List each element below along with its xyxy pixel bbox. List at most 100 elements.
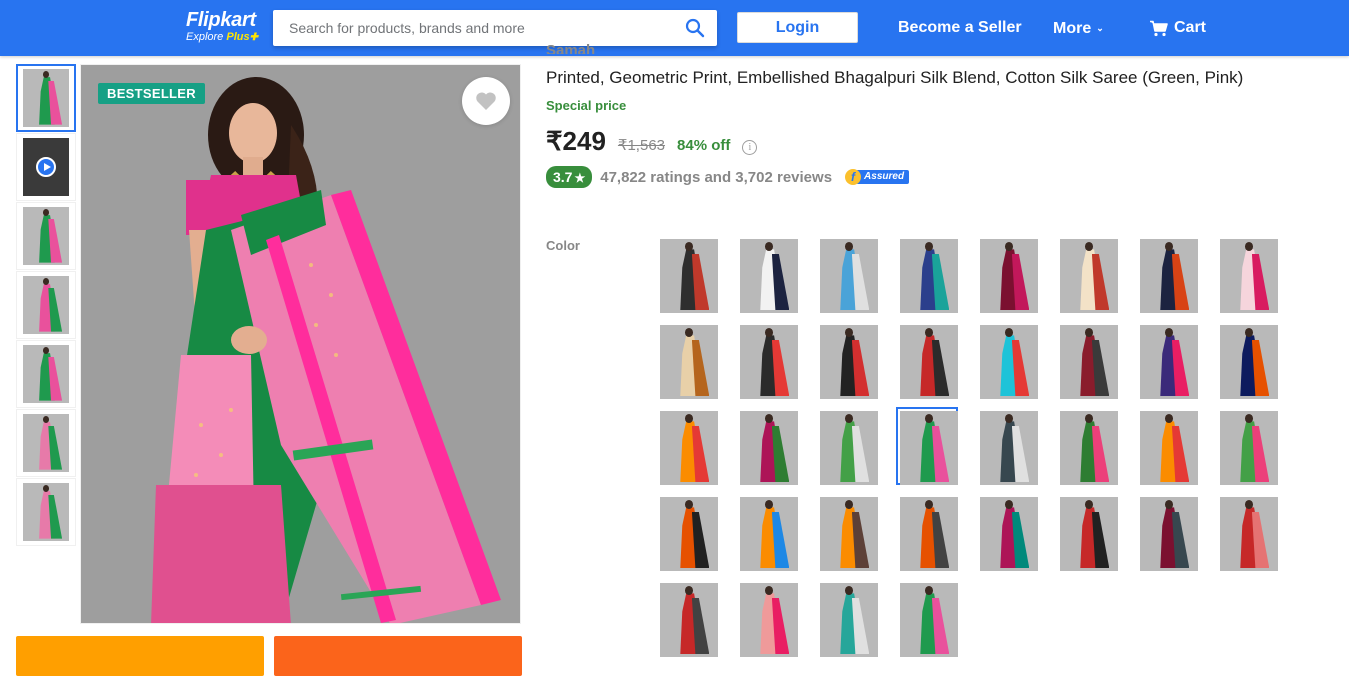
model-head (1084, 241, 1094, 251)
cart-link[interactable]: Cart (1150, 18, 1206, 38)
color-swatch[interactable] (816, 493, 878, 571)
model-head (1244, 413, 1254, 423)
flipkart-logo[interactable]: Flipkart Explore Plus✚ (186, 9, 259, 43)
saree-model-image (81, 65, 520, 623)
color-swatch[interactable] (736, 235, 798, 313)
thumb-1[interactable] (16, 64, 76, 132)
swatch-image (740, 325, 798, 399)
color-swatch[interactable] (1136, 321, 1198, 399)
swatch-image (660, 325, 718, 399)
color-swatch[interactable] (656, 493, 718, 571)
login-button[interactable]: Login (737, 12, 858, 43)
swatch-image (900, 497, 958, 571)
color-swatch[interactable] (1056, 321, 1118, 399)
color-swatch[interactable] (736, 493, 798, 571)
color-swatch[interactable] (816, 579, 878, 657)
color-swatch[interactable] (1136, 235, 1198, 313)
wishlist-button[interactable] (462, 77, 510, 125)
model-head (684, 241, 694, 251)
rating-value: 3.7 (553, 169, 573, 185)
color-swatch[interactable] (1216, 493, 1278, 571)
color-swatch[interactable] (896, 407, 958, 485)
swatch-image (1140, 497, 1198, 571)
color-swatch[interactable] (656, 321, 718, 399)
model-head (764, 413, 774, 423)
more-menu[interactable]: More ⌄ (1053, 18, 1104, 39)
color-swatch[interactable] (656, 407, 718, 485)
ratings-reviews-count[interactable]: 47,822 ratings and 3,702 reviews (600, 169, 832, 186)
color-swatch[interactable] (1056, 407, 1118, 485)
swatch-image (1220, 411, 1278, 485)
swatch-image (1060, 239, 1118, 313)
color-swatch[interactable] (896, 579, 958, 657)
color-swatch[interactable] (976, 493, 1038, 571)
model-head (1084, 413, 1094, 423)
assured-label: Assured (856, 170, 910, 184)
color-swatch[interactable] (656, 579, 718, 657)
add-to-cart-button[interactable] (16, 636, 264, 676)
color-swatch[interactable] (736, 579, 798, 657)
swatch-image (820, 325, 878, 399)
thumb-3[interactable] (16, 202, 76, 270)
color-swatch[interactable] (976, 321, 1038, 399)
thumb-5[interactable] (16, 340, 76, 408)
swatch-image (1140, 411, 1198, 485)
swatch-image (740, 583, 798, 657)
logo-sub: Explore Plus✚ (186, 31, 259, 43)
info-icon[interactable]: i (742, 140, 758, 155)
model-head (1164, 499, 1174, 509)
color-swatch[interactable] (1136, 407, 1198, 485)
model-head (764, 499, 774, 509)
color-swatch[interactable] (976, 407, 1038, 485)
color-swatch[interactable] (1056, 493, 1118, 571)
model-head (844, 327, 854, 337)
color-swatch[interactable] (736, 407, 798, 485)
color-swatch[interactable] (896, 321, 958, 399)
brand-name[interactable]: Samah (546, 44, 595, 54)
color-swatch[interactable] (1056, 235, 1118, 313)
star-icon: ★ (574, 171, 586, 185)
rating-badge[interactable]: 3.7 ★ (546, 166, 593, 188)
color-swatch[interactable] (1216, 407, 1278, 485)
thumb-4[interactable] (16, 271, 76, 339)
color-swatch[interactable] (736, 321, 798, 399)
model-head (844, 499, 854, 509)
search-icon[interactable] (685, 18, 705, 38)
buy-now-button[interactable] (274, 636, 522, 676)
model-head (684, 499, 694, 509)
swatch-image (1060, 497, 1118, 571)
search-input[interactable] (273, 10, 673, 46)
model-head (1244, 499, 1254, 509)
color-label: Color (546, 238, 580, 253)
model-head (1084, 499, 1094, 509)
thumb-7[interactable] (16, 478, 76, 546)
model-head (684, 413, 694, 423)
color-swatch[interactable] (896, 235, 958, 313)
product-title: Printed, Geometric Print, Embellished Bh… (546, 68, 1244, 87)
thumb-6[interactable] (16, 409, 76, 477)
color-swatch[interactable] (816, 235, 878, 313)
more-label: More (1053, 20, 1092, 37)
swatch-image (980, 497, 1038, 571)
become-seller-link[interactable]: Become a Seller (898, 18, 1022, 38)
color-swatch[interactable] (976, 235, 1038, 313)
thumb-video[interactable] (16, 133, 76, 201)
color-swatch[interactable] (816, 407, 878, 485)
original-price: ₹1,563 (617, 137, 666, 154)
color-swatch[interactable] (1216, 321, 1278, 399)
model-head (924, 327, 934, 337)
swatch-image (980, 325, 1038, 399)
color-swatch[interactable] (656, 235, 718, 313)
model-head (1244, 241, 1254, 251)
product-main-image[interactable]: BESTSELLER (80, 64, 521, 624)
color-swatch[interactable] (896, 493, 958, 571)
color-swatch[interactable] (1216, 235, 1278, 313)
swatch-image (980, 239, 1038, 313)
model-head (1164, 413, 1174, 423)
swatch-image (820, 583, 878, 657)
thumbnail-image (23, 69, 69, 127)
swatch-image (1060, 325, 1118, 399)
swatch-image (820, 497, 878, 571)
color-swatch[interactable] (1136, 493, 1198, 571)
color-swatch[interactable] (816, 321, 878, 399)
